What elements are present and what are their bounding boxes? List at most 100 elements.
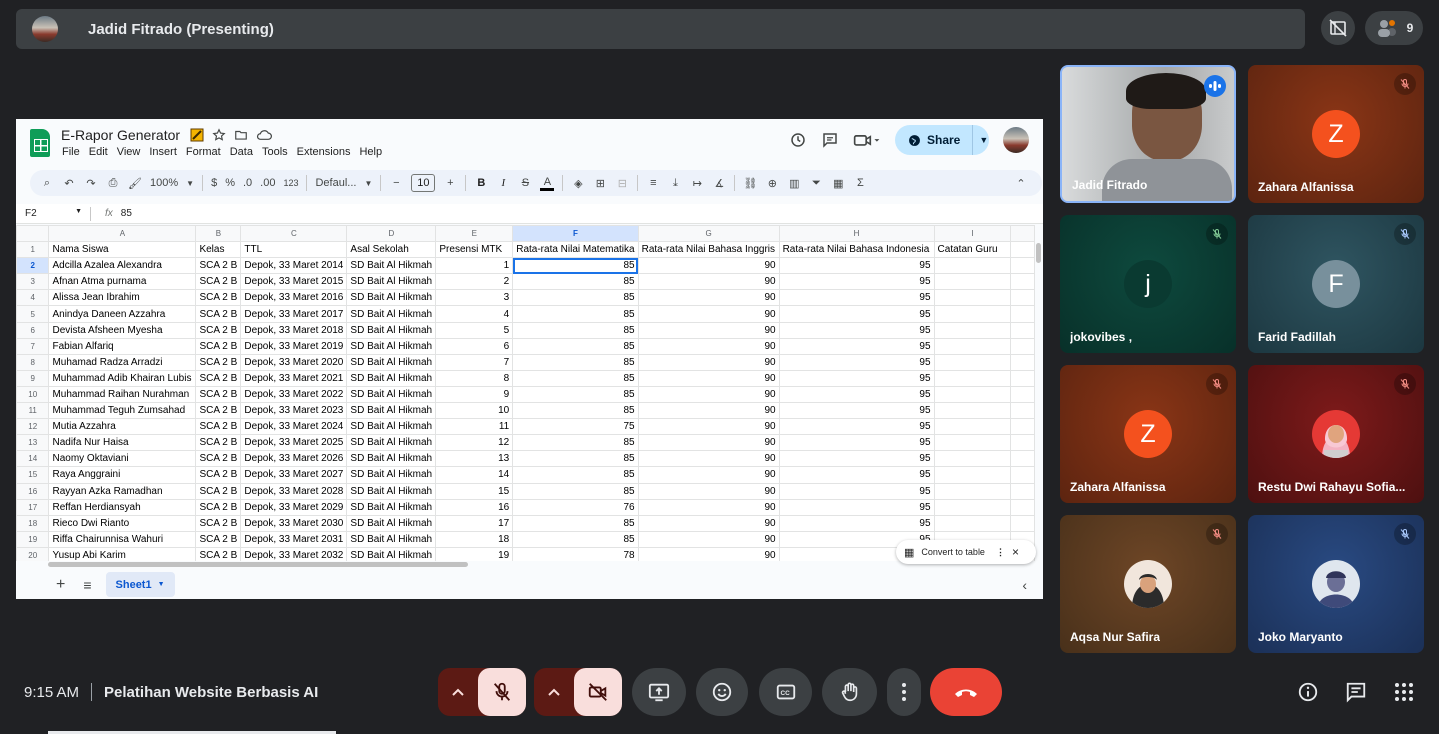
table-cell[interactable]: SD Bait Al Hikmah	[346, 337, 437, 355]
table-cell[interactable]: 95	[778, 321, 935, 339]
menu-file[interactable]: File	[62, 146, 80, 158]
table-cell[interactable]: 85	[512, 385, 639, 404]
empty-cell[interactable]	[1010, 305, 1035, 323]
table-cell[interactable]: 15	[435, 482, 514, 500]
empty-cell[interactable]	[1010, 369, 1035, 387]
table-cell[interactable]: 95	[778, 257, 935, 275]
table-cell[interactable]: SD Bait Al Hikmah	[346, 385, 437, 404]
table-cell[interactable]: SD Bait Al Hikmah	[346, 514, 437, 532]
table-cell[interactable]: 6	[435, 337, 514, 355]
table-cell[interactable]: Depok, 33 Maret 2031	[240, 530, 348, 548]
fill-color-icon[interactable]: ◈	[571, 176, 585, 190]
table-cell[interactable]: SD Bait Al Hikmah	[346, 305, 437, 323]
table-cell[interactable]: SD Bait Al Hikmah	[346, 289, 437, 307]
raise-hand-button[interactable]	[822, 668, 877, 716]
column-header-b[interactable]: B	[195, 225, 242, 243]
table-cell[interactable]: 85	[512, 289, 639, 307]
version-history-icon[interactable]	[789, 131, 807, 149]
table-cell[interactable]: 90	[637, 450, 780, 468]
table-cell[interactable]	[933, 514, 1012, 532]
table-cell[interactable]: 13	[435, 450, 514, 468]
table-cell[interactable]: 2	[435, 273, 514, 291]
font-size-input[interactable]: 10	[411, 174, 436, 192]
table-cell[interactable]: 5	[435, 321, 514, 339]
table-cell[interactable]: SD Bait Al Hikmah	[346, 466, 437, 484]
empty-cell[interactable]	[1010, 514, 1035, 532]
text-rotation-icon[interactable]: ∡	[712, 176, 726, 190]
table-cell[interactable]: SCA 2 B	[195, 273, 242, 291]
table-cell[interactable]: SCA 2 B	[195, 321, 242, 339]
table-cell[interactable]: 90	[637, 434, 780, 452]
empty-cell[interactable]	[1010, 434, 1035, 452]
table-cell[interactable]: SD Bait Al Hikmah	[346, 498, 437, 516]
column-header-i[interactable]: I	[933, 225, 1012, 243]
table-cell[interactable]: 90	[637, 402, 780, 420]
people-button[interactable]: 9	[1365, 11, 1423, 45]
column-header-e[interactable]: E	[435, 225, 514, 243]
paint-format-icon[interactable]: 🖌	[128, 176, 142, 190]
table-cell[interactable]: 95	[778, 369, 935, 387]
text-wrap-icon[interactable]: ↦	[690, 176, 704, 190]
table-cell[interactable]: 76	[512, 498, 639, 516]
table-cell[interactable]: SCA 2 B	[195, 514, 242, 532]
row-number[interactable]: 10	[16, 385, 50, 404]
tab-sheet1[interactable]: Sheet1 ▼	[105, 572, 175, 597]
row-number[interactable]: 17	[16, 498, 50, 516]
redo-icon[interactable]: ↷	[84, 176, 98, 190]
table-cell[interactable]: 19	[435, 546, 514, 561]
share-dropdown-icon[interactable]: ▼	[979, 135, 988, 145]
row-number[interactable]: 8	[16, 353, 50, 371]
table-cell[interactable]: 90	[637, 273, 780, 291]
empty-cell[interactable]	[1010, 450, 1035, 468]
font-chevron-icon[interactable]: ▼	[364, 179, 372, 188]
increase-font-size-icon[interactable]: +	[443, 176, 457, 190]
table-cell[interactable]: 85	[512, 369, 639, 387]
header-cell[interactable]: TTL	[240, 241, 348, 259]
table-cell[interactable]: 10	[435, 402, 514, 420]
table-cell[interactable]	[933, 321, 1012, 339]
table-cell[interactable]: 1	[435, 257, 514, 275]
borders-icon[interactable]: ⊞	[593, 176, 607, 190]
table-cell[interactable]: SCA 2 B	[195, 434, 242, 452]
menu-extensions[interactable]: Extensions	[297, 146, 351, 158]
table-cell[interactable]: Fabian Alfariq	[48, 337, 197, 355]
table-cell[interactable]: Nadifa Nur Haisa	[48, 434, 197, 452]
cell-table[interactable]: A B C D E F G H I 1 Nama Siswa Kelas TTL Asal Sekolah…	[16, 225, 1035, 561]
table-cell[interactable]: 3	[435, 289, 514, 307]
empty-cell[interactable]	[1010, 498, 1035, 516]
header-cell[interactable]: Rata-rata Nilai Matematika	[512, 241, 639, 259]
menu-data[interactable]: Data	[230, 146, 253, 158]
table-cell[interactable]	[933, 337, 1012, 355]
increase-decimal-button[interactable]: .00	[260, 177, 275, 189]
table-cell[interactable]: SCA 2 B	[195, 353, 242, 371]
table-cell[interactable]: Depok, 33 Maret 2030	[240, 514, 348, 532]
empty-cell[interactable]	[1010, 273, 1035, 291]
column-header-f[interactable]: F	[512, 225, 639, 243]
table-cell[interactable]: Depok, 33 Maret 2028	[240, 482, 348, 500]
table-cell[interactable]: Adcilla Azalea Alexandra	[48, 257, 197, 275]
table-cell[interactable]: 95	[778, 385, 935, 404]
table-cell[interactable]: 90	[637, 353, 780, 371]
table-cell[interactable]: 90	[637, 385, 780, 404]
table-cell[interactable]: SCA 2 B	[195, 402, 242, 420]
table-cell[interactable]: SCA 2 B	[195, 530, 242, 548]
print-icon[interactable]: ⎙	[106, 176, 120, 190]
percent-format-button[interactable]: %	[225, 177, 235, 189]
zoom-select[interactable]: 100%	[150, 177, 178, 189]
table-cell[interactable]	[933, 434, 1012, 452]
table-cell[interactable]: Muhammad Adib Khairan Lubis	[48, 369, 197, 387]
menu-edit[interactable]: Edit	[89, 146, 108, 158]
comments-icon[interactable]	[821, 131, 839, 149]
table-cell[interactable]: Anindya Daneen Azzahra	[48, 305, 197, 323]
participant-tile-8[interactable]: Joko Maryanto	[1248, 515, 1424, 653]
table-cell[interactable]: 85	[512, 482, 639, 500]
empty-cell[interactable]	[1010, 257, 1035, 275]
column-header-h[interactable]: H	[778, 225, 935, 243]
table-cell[interactable]: 85	[512, 305, 639, 323]
table-cell[interactable]: 95	[778, 273, 935, 291]
formula-input[interactable]: 85	[121, 208, 132, 219]
table-cell[interactable]: 95	[778, 434, 935, 452]
empty-cell[interactable]	[1010, 321, 1035, 339]
table-cell[interactable]: SD Bait Al Hikmah	[346, 482, 437, 500]
functions-icon[interactable]: Σ	[853, 176, 867, 190]
